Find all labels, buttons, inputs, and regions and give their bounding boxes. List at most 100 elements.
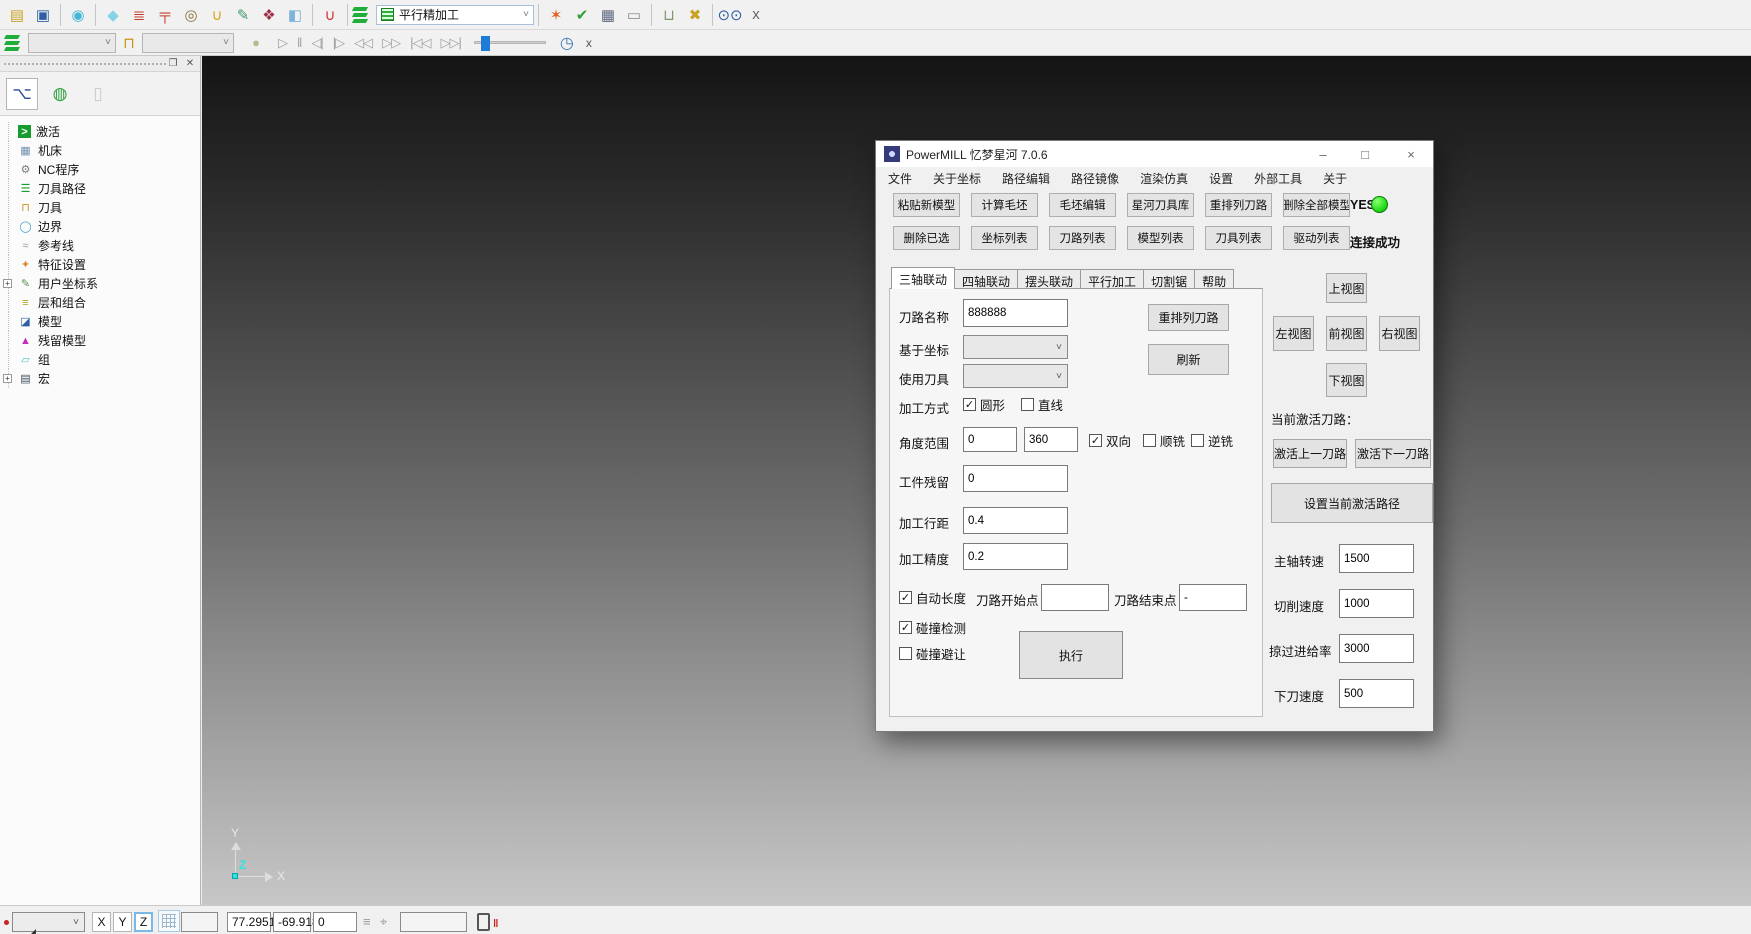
expand-plus-icon[interactable]: + bbox=[3, 374, 12, 383]
dialog-button-计算毛坯[interactable]: 计算毛坯 bbox=[971, 193, 1038, 217]
tree-item-machine-tool[interactable]: ▦机床 bbox=[0, 141, 200, 160]
step-forward-button[interactable]: |▷ bbox=[329, 32, 348, 54]
checkbox-icon[interactable]: ✓ bbox=[899, 591, 912, 604]
print-icon[interactable]: ◉ bbox=[66, 4, 90, 26]
save-project-icon[interactable]: ▣ bbox=[31, 4, 55, 26]
rapid-heights-icon[interactable]: ╤ bbox=[153, 4, 177, 26]
collision-avoid-checkbox[interactable]: 碰撞避让 bbox=[899, 644, 966, 663]
stock-remain-input[interactable] bbox=[963, 465, 1068, 492]
view-bottom-button[interactable]: 下视图 bbox=[1326, 363, 1367, 397]
set-active-path-button[interactable]: 设置当前激活路径 bbox=[1271, 483, 1433, 523]
go-to-end-button[interactable]: ▷▷| bbox=[437, 32, 465, 54]
dialog-button-刀路列表[interactable]: 刀路列表 bbox=[1049, 226, 1116, 250]
strategy-combo[interactable]: 平行精加工 ˅ bbox=[376, 5, 534, 25]
menu-item-渲染仿真[interactable]: 渲染仿真 bbox=[1140, 170, 1188, 187]
play-button[interactable]: ▷ bbox=[274, 32, 291, 54]
measure-field[interactable] bbox=[400, 912, 467, 932]
view-left-button[interactable]: 左视图 bbox=[1273, 316, 1314, 351]
menu-item-文件[interactable]: 文件 bbox=[888, 170, 912, 187]
tab-切割锯[interactable]: 切割锯 bbox=[1143, 269, 1195, 289]
checkbox-icon[interactable]: ✓ bbox=[899, 621, 912, 634]
tree-item-boundaries[interactable]: ◯边界 bbox=[0, 217, 200, 236]
dialog-button-驱动列表[interactable]: 驱动列表 bbox=[1283, 226, 1350, 250]
dialog-button-毛坯编辑[interactable]: 毛坯编辑 bbox=[1049, 193, 1116, 217]
axis-toggle-Z[interactable]: Z bbox=[134, 912, 153, 932]
toolpath-start-input[interactable] bbox=[1041, 584, 1109, 611]
tree-item-nc-programs[interactable]: ⚙NC程序 bbox=[0, 160, 200, 179]
pause-button[interactable]: ‖ bbox=[293, 32, 305, 54]
view-top-button[interactable]: 上视图 bbox=[1326, 273, 1367, 303]
tree-item-stock-models[interactable]: ▲残留模型 bbox=[0, 331, 200, 350]
explorer-tab-tree[interactable]: ⌥ bbox=[6, 78, 38, 110]
angle-to-input[interactable] bbox=[1024, 427, 1078, 452]
sim-tool-combo[interactable]: ˅ bbox=[142, 33, 234, 53]
calculator-icon[interactable]: ▦ bbox=[596, 4, 620, 26]
panel-close-icon[interactable]: ✕ bbox=[183, 57, 197, 70]
sort-list-icon[interactable]: ≡ bbox=[363, 914, 371, 929]
collision-check-checkbox[interactable]: ✓ 碰撞检测 bbox=[899, 618, 966, 637]
tool-holder-icon[interactable]: ∪ bbox=[318, 4, 342, 26]
tree-item-groups[interactable]: ▱组 bbox=[0, 350, 200, 369]
rearrange-toolpaths-button[interactable]: 重排列刀路 bbox=[1148, 304, 1229, 331]
statusbar-combo[interactable]: ˅ bbox=[12, 912, 85, 932]
probe-axis-icon[interactable]: ⌖ bbox=[380, 914, 387, 930]
sim-toolbar-close-button[interactable]: x bbox=[580, 36, 598, 50]
panel-grip[interactable] bbox=[4, 63, 166, 65]
sim-speed-slider-handle[interactable] bbox=[481, 36, 490, 51]
minimize-button[interactable]: – bbox=[1308, 141, 1338, 167]
view-front-button[interactable]: 前视图 bbox=[1326, 316, 1367, 351]
tool-start-point-icon[interactable]: ◎ bbox=[179, 4, 203, 26]
toolpath-name-input[interactable] bbox=[963, 299, 1068, 327]
close-button[interactable]: × bbox=[1396, 141, 1426, 167]
activate-prev-toolpath-button[interactable]: 激活上一刀路 bbox=[1273, 439, 1347, 468]
based-coord-combo[interactable]: ˅ bbox=[963, 335, 1068, 359]
lightbulb-icon[interactable]: ● bbox=[244, 32, 268, 54]
powermill-logo-icon[interactable] bbox=[352, 6, 370, 24]
tab-摆头联动[interactable]: 摆头联动 bbox=[1017, 269, 1081, 289]
tab-三轴联动[interactable]: 三轴联动 bbox=[891, 267, 955, 289]
axis-toggle-X[interactable]: X bbox=[92, 912, 111, 932]
conventional-mill-checkbox[interactable]: 逆铣 bbox=[1191, 431, 1233, 450]
checkbox-icon[interactable] bbox=[1191, 434, 1204, 447]
dialog-button-粘贴新模型[interactable]: 粘贴新模型 bbox=[893, 193, 960, 217]
expand-plus-icon[interactable]: + bbox=[3, 279, 12, 288]
line-checkbox[interactable]: 直线 bbox=[1021, 395, 1063, 414]
coord-field-x[interactable]: 77.2951 bbox=[227, 912, 271, 932]
coord-field-z[interactable]: 0 bbox=[313, 912, 357, 932]
toolpath-end-input[interactable] bbox=[1179, 584, 1247, 611]
tab-四轴联动[interactable]: 四轴联动 bbox=[954, 269, 1018, 289]
rewind-button[interactable]: ◁◁ bbox=[350, 32, 376, 54]
tolerance-input[interactable] bbox=[963, 543, 1068, 570]
axis-toggle-Y[interactable]: Y bbox=[113, 912, 132, 932]
dialog-button-坐标列表[interactable]: 坐标列表 bbox=[971, 226, 1038, 250]
circle-checkbox[interactable]: ✓ 圆形 bbox=[963, 395, 1005, 414]
view-right-button[interactable]: 右视图 bbox=[1379, 316, 1420, 351]
grid-toggle-button[interactable] bbox=[158, 910, 180, 932]
dialog-button-模型列表[interactable]: 模型列表 bbox=[1127, 226, 1194, 250]
step-back-button[interactable]: ◁| bbox=[307, 32, 326, 54]
dialog-button-星河刀具库[interactable]: 星河刀具库 bbox=[1127, 193, 1194, 217]
door-monitor-icon[interactable]: ‖ bbox=[477, 913, 490, 931]
dialog-button-删除已选[interactable]: 删除已选 bbox=[893, 226, 960, 250]
tab-平行加工[interactable]: 平行加工 bbox=[1080, 269, 1144, 289]
toolpath-verify-icon[interactable]: ✔ bbox=[570, 4, 594, 26]
auto-length-checkbox[interactable]: ✓ 自动长度 bbox=[899, 588, 966, 607]
dialog-button-刀具列表[interactable]: 刀具列表 bbox=[1205, 226, 1272, 250]
tree-item-activate[interactable]: >激活 bbox=[0, 122, 200, 141]
feed-rate-icon[interactable]: ≣ bbox=[127, 4, 151, 26]
tree-item-levels-sets[interactable]: ≡层和组合 bbox=[0, 293, 200, 312]
grid-size-field[interactable] bbox=[181, 912, 218, 932]
fast-forward-button[interactable]: ▷▷ bbox=[378, 32, 404, 54]
explorer-tab-world[interactable]: ◍ bbox=[44, 78, 76, 110]
checkbox-icon[interactable] bbox=[1021, 398, 1034, 411]
sim-toolpath-combo[interactable]: ˅ bbox=[28, 33, 116, 53]
menu-item-路径镜像[interactable]: 路径镜像 bbox=[1071, 170, 1119, 187]
clock-icon[interactable]: ◷ bbox=[555, 32, 579, 54]
speed-input-下刀速度[interactable] bbox=[1339, 679, 1414, 708]
menu-item-关于[interactable]: 关于 bbox=[1323, 170, 1347, 187]
stepover-input[interactable] bbox=[963, 507, 1068, 534]
bidirectional-checkbox[interactable]: ✓ 双向 bbox=[1089, 431, 1131, 450]
checkbox-icon[interactable]: ✓ bbox=[1089, 434, 1102, 447]
binoculars-icon[interactable]: ⊙⊙ bbox=[718, 4, 742, 26]
tree-item-feature-sets[interactable]: ✦特征设置 bbox=[0, 255, 200, 274]
